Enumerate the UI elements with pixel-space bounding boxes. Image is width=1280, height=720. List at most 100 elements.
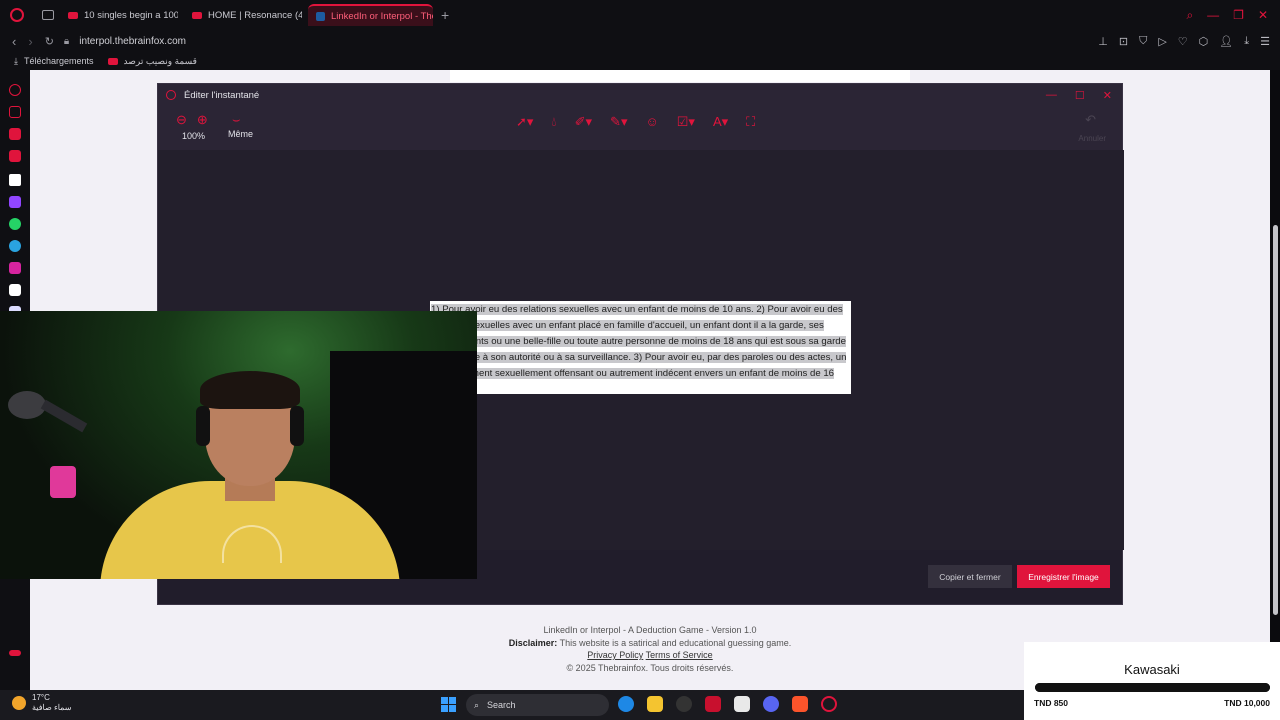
dialog-title: Éditer l'instantané: [184, 89, 260, 101]
zoom-out-icon[interactable]: ⊖: [176, 112, 187, 128]
brave-icon[interactable]: [792, 696, 808, 712]
editor-toolbar: ⊖ ⊕ 100% ⌣ Même ➚▾ 💧︎ ✐▾ ✎▾ ☺ ☑▾ A▾ ⛶ ↶ …: [158, 106, 1122, 150]
back-icon[interactable]: ‹: [12, 34, 16, 49]
meme-label[interactable]: Même: [228, 129, 253, 139]
weather-widget[interactable]: 17°C سماء صافية: [12, 693, 72, 713]
rgb-light: [50, 466, 76, 498]
goal-min: TND 850: [1034, 698, 1069, 708]
bookmark-video[interactable]: قسمة ونصيب ترصد: [107, 55, 197, 67]
select-tool-icon[interactable]: ☑▾: [677, 114, 695, 130]
whatsapp-icon[interactable]: [9, 218, 21, 230]
address-bar: ‹ › ↻ 🔒︎ interpol.thebrainfox.com ⊥ ⊡ ⛉ …: [0, 30, 1280, 52]
search-placeholder: Search: [487, 700, 516, 710]
page-content-top: [450, 70, 910, 82]
footer-title: LinkedIn or Interpol - A Deduction Game …: [543, 625, 757, 635]
snapshot-text: 1) Pour avoir eu des relations sexuelles…: [431, 302, 851, 398]
file-explorer-icon[interactable]: [647, 696, 663, 712]
youtube-icon: [192, 11, 202, 19]
tab-bar: 10 singles begin a 100 hou HOME | Resona…: [0, 0, 1280, 30]
minimize-icon[interactable]: —: [1046, 89, 1057, 102]
text-tool-icon[interactable]: A▾: [713, 114, 728, 130]
dialog-titlebar: Éditer l'instantané — ☐ ✕: [158, 84, 1122, 106]
lock-icon[interactable]: 🔒︎: [64, 36, 69, 47]
gmail-icon[interactable]: [9, 150, 21, 162]
download-icon[interactable]: ⤓: [1244, 35, 1249, 48]
meme-icon[interactable]: ⌣: [232, 112, 241, 128]
goal-max: TND 10,000: [1224, 698, 1270, 708]
tab-3-active[interactable]: LinkedIn or Interpol - The: [308, 4, 433, 26]
app-icon[interactable]: [9, 174, 21, 186]
snapshot-image[interactable]: 1) Pour avoir eu des relations sexuelles…: [430, 301, 851, 395]
taskbar-search[interactable]: ⌕ Search: [466, 694, 609, 716]
tab-label: 10 singles begin a 100 hou: [84, 9, 178, 21]
blur-tool-icon[interactable]: 💧︎: [551, 114, 556, 130]
reload-icon[interactable]: ↻: [45, 35, 54, 48]
maximize-icon[interactable]: ☐: [1075, 89, 1085, 102]
download-icon: ⤓: [14, 55, 18, 66]
zoom-in-icon[interactable]: ⊕: [197, 112, 208, 128]
instagram-icon[interactable]: [9, 262, 21, 274]
highlighter-tool-icon[interactable]: ✐▾: [575, 114, 592, 130]
goal-widget: Kawasaki TND 850 TND 10,000: [1024, 642, 1280, 720]
close-icon[interactable]: ✕: [1258, 8, 1268, 23]
terms-link[interactable]: Terms of Service: [646, 650, 713, 660]
weather-description: سماء صافية: [32, 703, 72, 712]
pen-tool-icon[interactable]: ✎▾: [610, 114, 627, 130]
temperature: 17°C: [32, 693, 50, 702]
undo-label[interactable]: Annuler: [1078, 134, 1106, 143]
copy-and-close-button[interactable]: Copier et fermer: [928, 565, 1012, 588]
menu-icon[interactable]: ☰: [1260, 35, 1270, 48]
pin-icon[interactable]: ⊥: [1098, 35, 1108, 48]
url-field[interactable]: interpol.thebrainfox.com: [79, 36, 186, 47]
tab-2[interactable]: HOME | Resonance (432: [184, 4, 302, 26]
search-icon: ⌕: [474, 699, 480, 710]
scrollbar[interactable]: [1273, 225, 1278, 615]
app-icon[interactable]: [734, 696, 750, 712]
heart-icon[interactable]: ♡: [1178, 35, 1188, 48]
save-image-button[interactable]: Enregistrer l'image: [1017, 565, 1110, 588]
edge-icon[interactable]: [618, 696, 634, 712]
gx-icon[interactable]: [9, 650, 21, 656]
play-icon[interactable]: ▷: [1158, 35, 1166, 48]
goal-title: Kawasaki: [1124, 662, 1180, 677]
opera-icon: [166, 90, 176, 100]
telegram-icon[interactable]: [9, 240, 21, 252]
bookmark-label: قسمة ونصيب ترصد: [123, 55, 197, 66]
goal-progress-fill: [1035, 683, 1270, 692]
privacy-policy-link[interactable]: Privacy Policy: [587, 650, 643, 660]
shield-icon[interactable]: ⛉: [1139, 35, 1147, 48]
crop-tool-icon[interactable]: ⛶: [746, 114, 755, 130]
discord-icon[interactable]: [763, 696, 779, 712]
minimize-icon[interactable]: —: [1207, 8, 1219, 23]
forward-icon[interactable]: ›: [28, 34, 32, 49]
profile-icon[interactable]: 👤︎: [1219, 35, 1233, 48]
messenger-icon[interactable]: [9, 128, 21, 140]
restore-icon[interactable]: ❐: [1233, 8, 1244, 23]
bookmark-downloads[interactable]: ⤓ Téléchargements: [14, 56, 94, 67]
tiktok-icon[interactable]: [9, 284, 21, 296]
new-tab-button[interactable]: +: [441, 7, 449, 23]
sun-icon: [12, 696, 26, 710]
aria-icon[interactable]: [9, 84, 21, 96]
opera-icon[interactable]: [821, 696, 837, 712]
twitch-icon[interactable]: [9, 196, 21, 208]
workspaces-icon[interactable]: [42, 10, 54, 20]
search-tabs-icon[interactable]: ⌕: [1186, 8, 1193, 23]
windows-start-icon[interactable]: [441, 697, 456, 712]
tab-1[interactable]: 10 singles begin a 100 hou: [60, 4, 178, 26]
emoji-tool-icon[interactable]: ☺: [645, 114, 658, 130]
youtube-icon: [68, 11, 78, 19]
headphone-left: [196, 406, 210, 446]
arrow-tool-icon[interactable]: ➚▾: [516, 114, 533, 130]
person-hair: [200, 371, 300, 409]
extensions-icon[interactable]: ⬡: [1199, 35, 1209, 48]
undo-icon[interactable]: ↶: [1085, 112, 1096, 128]
opera-menu-icon[interactable]: [10, 8, 24, 22]
app-icon[interactable]: [676, 696, 692, 712]
app-icon[interactable]: [705, 696, 721, 712]
youtube-icon: [107, 57, 118, 65]
close-icon[interactable]: ✕: [1103, 89, 1112, 102]
tab-label: HOME | Resonance (432: [208, 9, 302, 21]
crypto-wallet-icon[interactable]: [9, 106, 21, 118]
snapshot-icon[interactable]: ⊡: [1119, 35, 1128, 48]
